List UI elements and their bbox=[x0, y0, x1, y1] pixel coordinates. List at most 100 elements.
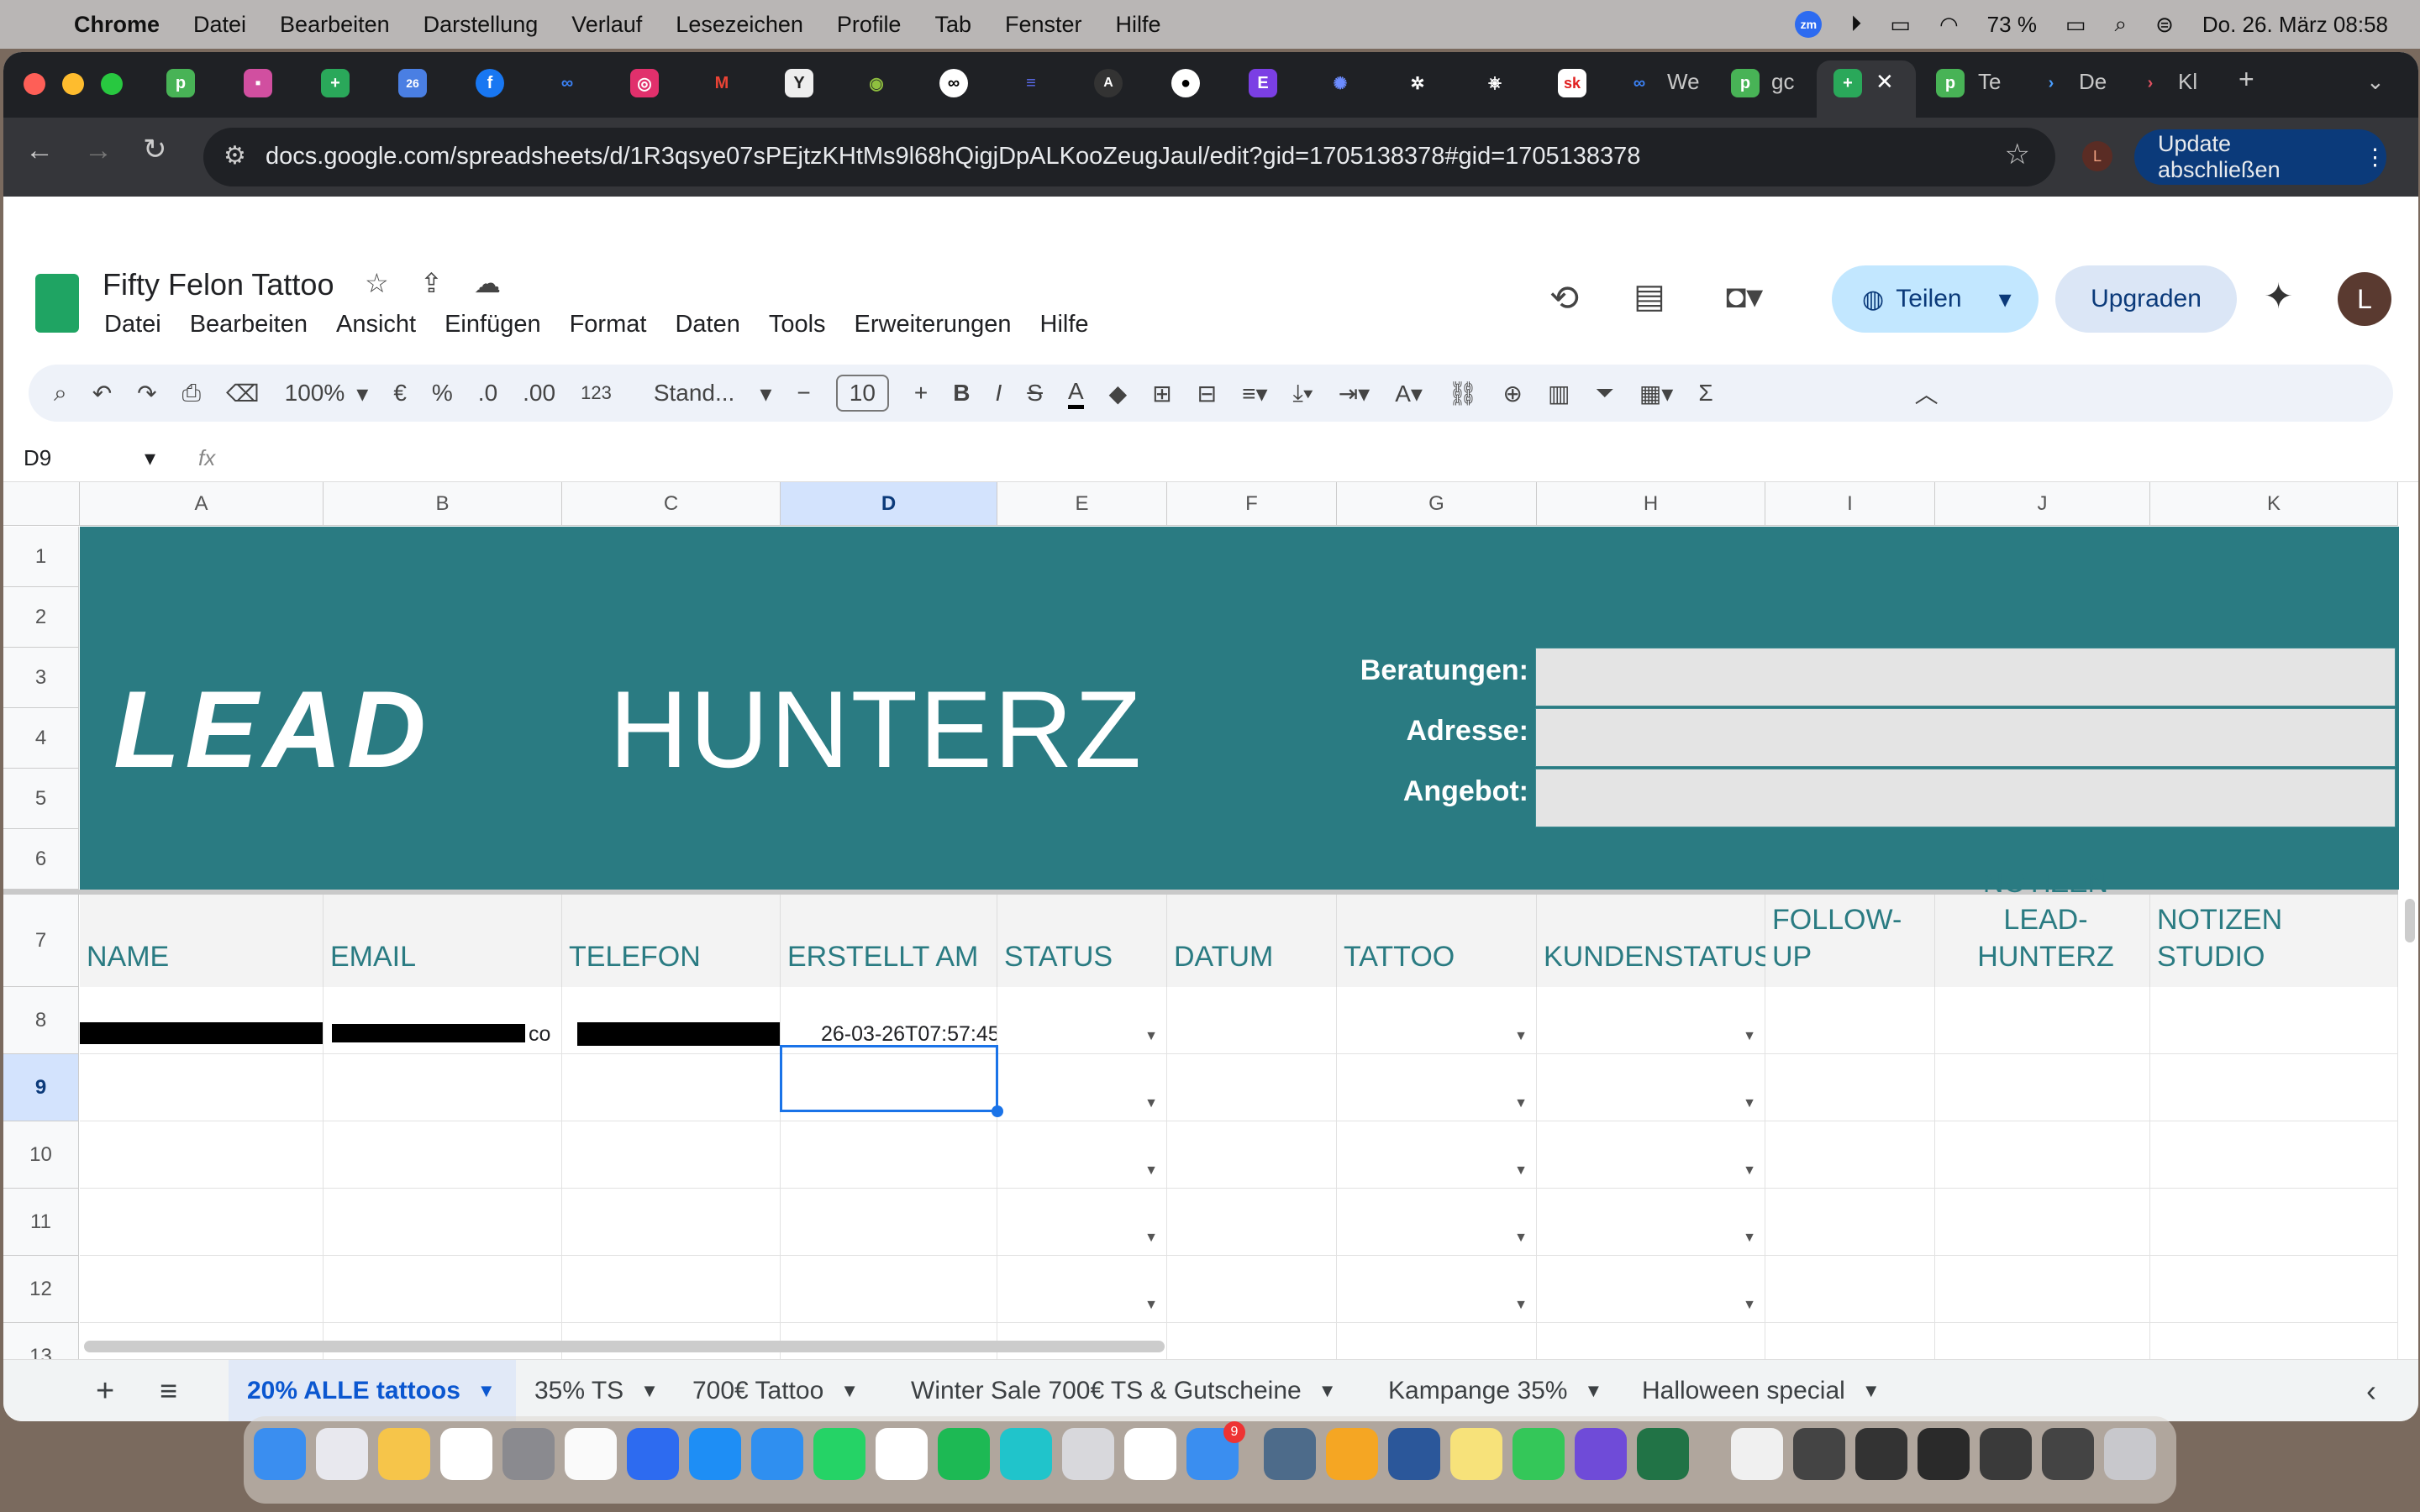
color-app-icon[interactable] bbox=[1575, 1428, 1627, 1480]
dropdown-chevron-icon[interactable]: ▼ bbox=[1144, 1029, 1158, 1044]
site-info-icon[interactable]: ⚙ bbox=[224, 141, 246, 171]
row-header-10[interactable]: 10 bbox=[3, 1121, 79, 1189]
cell-i9[interactable] bbox=[1765, 1054, 1935, 1121]
update-button[interactable]: Update abschließen ⋮ bbox=[2134, 129, 2386, 185]
name-box-chevron-icon[interactable]: ▾ bbox=[145, 445, 155, 471]
menu-search-icon[interactable]: ⌕ bbox=[54, 380, 67, 407]
tab-favicon-sk-icon[interactable]: sk bbox=[1558, 69, 1586, 97]
tab-favicon-e-icon[interactable]: E bbox=[1249, 69, 1277, 97]
header-name[interactable]: NAME bbox=[80, 895, 324, 987]
dropdown-chevron-icon[interactable]: ▼ bbox=[1514, 1231, 1528, 1246]
zoom-status-icon[interactable]: zm bbox=[1795, 11, 1823, 38]
tab-favicon-meta2-icon[interactable]: ∞ bbox=[1625, 69, 1654, 97]
cell-i12[interactable] bbox=[1765, 1256, 1935, 1323]
zoom-chevron-icon[interactable]: ▾ bbox=[356, 380, 368, 407]
tab-title-te[interactable]: Te bbox=[1978, 69, 2001, 95]
name-box[interactable]: D9 bbox=[24, 445, 51, 471]
angebot-field[interactable] bbox=[1535, 769, 2396, 827]
tab-favicon-spider-icon[interactable]: ✲ bbox=[1403, 69, 1432, 97]
cell-j12[interactable] bbox=[1935, 1256, 2150, 1323]
menubar-item-hilfe[interactable]: Hilfe bbox=[1116, 12, 1161, 38]
menubar-clock[interactable]: Do. 26. März 08:58 bbox=[2202, 12, 2388, 38]
launchpad-icon[interactable] bbox=[316, 1428, 368, 1480]
cell-e12[interactable]: ▼ bbox=[997, 1256, 1167, 1323]
menu-format[interactable]: Format bbox=[570, 311, 647, 339]
sheet-tab-35-ts[interactable]: 35% TS ▼ bbox=[534, 1360, 659, 1421]
bed-icon[interactable]: ▭ bbox=[1890, 12, 1911, 38]
cloud-status-icon[interactable]: ☁ bbox=[474, 267, 501, 299]
dropdown-chevron-icon[interactable]: ▼ bbox=[1144, 1298, 1158, 1313]
tab-favicon-kl-icon[interactable]: › bbox=[2136, 69, 2165, 97]
zoom-select[interactable]: 100% bbox=[285, 380, 345, 407]
insert-link-icon[interactable]: ⛓ bbox=[1448, 380, 1478, 407]
tab-favicon-openai-icon[interactable]: ⎈ bbox=[1481, 69, 1509, 97]
tab-close-icon[interactable]: ✕ bbox=[1876, 69, 1894, 95]
dropdown-chevron-icon[interactable]: ▼ bbox=[1514, 1029, 1528, 1044]
beratungen-field[interactable] bbox=[1535, 648, 2396, 706]
menu-daten[interactable]: Daten bbox=[675, 311, 739, 339]
tab-favicon-p-icon[interactable]: p bbox=[166, 69, 195, 97]
bookmark-star-icon[interactable]: ☆ bbox=[2005, 138, 2030, 171]
column-header-j[interactable]: J bbox=[1935, 482, 2150, 526]
recent-window-3-icon[interactable] bbox=[1918, 1428, 1970, 1480]
tab-favicon-sheets-icon[interactable]: + bbox=[321, 69, 350, 97]
row-header-12[interactable]: 12 bbox=[3, 1256, 79, 1323]
cell-e10[interactable]: ▼ bbox=[997, 1121, 1167, 1189]
cell-d12[interactable] bbox=[781, 1256, 997, 1323]
tab-favicon-sheets-active-icon[interactable]: + bbox=[1833, 69, 1862, 97]
excel-icon[interactable] bbox=[1637, 1428, 1689, 1480]
recent-window-2-icon[interactable] bbox=[1855, 1428, 1907, 1480]
account-avatar[interactable]: L bbox=[2338, 272, 2391, 326]
increase-decimal-button[interactable]: .00 bbox=[523, 380, 555, 407]
cell-i8[interactable] bbox=[1765, 987, 1935, 1054]
cell-a8[interactable] bbox=[80, 987, 324, 1054]
cell-c8[interactable] bbox=[562, 987, 781, 1054]
play-icon[interactable]: ⏵ bbox=[1850, 11, 1861, 38]
dropdown-chevron-icon[interactable]: ▼ bbox=[1743, 1298, 1756, 1313]
row-header-7[interactable]: 7 bbox=[3, 895, 79, 987]
currency-format-button[interactable]: € bbox=[393, 380, 407, 407]
word-icon[interactable] bbox=[1388, 1428, 1440, 1480]
tab-favicon-flower-icon[interactable]: ✺ bbox=[1326, 69, 1355, 97]
upgrade-button[interactable]: Upgraden bbox=[2055, 265, 2237, 333]
sheet-tabs-scroll-left-icon[interactable]: ‹ bbox=[2366, 1360, 2376, 1421]
collapse-toolbar-icon[interactable]: ︿ bbox=[1915, 376, 1939, 410]
cell-a11[interactable] bbox=[80, 1189, 324, 1256]
kebab-menu-icon[interactable]: ⋮ bbox=[2364, 144, 2386, 171]
sheet-tab-700-tattoo[interactable]: 700€ Tattoo ▼ bbox=[692, 1360, 859, 1421]
cell-e11[interactable]: ▼ bbox=[997, 1189, 1167, 1256]
header-erstellt-am[interactable]: ERSTELLT AM bbox=[781, 895, 997, 987]
spreadsheet-grid[interactable]: A B C D E F G H I J K 1 2 3 4 5 6 7 8 9 … bbox=[3, 482, 2399, 1391]
menu-datei[interactable]: Datei bbox=[104, 311, 161, 339]
header-kundenstatus[interactable]: KUNDENSTATUS bbox=[1537, 895, 1773, 987]
menubar-item-bearbeiten[interactable]: Bearbeiten bbox=[280, 12, 390, 38]
row-header-4[interactable]: 4 bbox=[3, 708, 79, 769]
column-header-k[interactable]: K bbox=[2150, 482, 2398, 526]
new-tab-button[interactable]: + bbox=[2238, 64, 2254, 95]
row-header-9[interactable]: 9 bbox=[3, 1054, 79, 1121]
sheet-tab-20-alle-tattoos[interactable]: 20% ALLE tattoos ▼ bbox=[229, 1360, 516, 1421]
column-header-d[interactable]: D bbox=[781, 482, 997, 526]
control-center-icon[interactable]: ⊜ bbox=[2155, 12, 2174, 38]
cell-j10[interactable] bbox=[1935, 1121, 2150, 1189]
safari-icon[interactable] bbox=[751, 1428, 803, 1480]
cell-k8[interactable] bbox=[2150, 987, 2398, 1054]
row-header-5[interactable]: 5 bbox=[3, 769, 79, 829]
insert-chart-icon[interactable]: ▥ bbox=[1548, 380, 1570, 407]
tab-favicon-loop-icon[interactable]: ∞ bbox=[939, 69, 968, 97]
star-icon[interactable]: ☆ bbox=[365, 267, 389, 299]
system-settings-icon[interactable] bbox=[502, 1428, 555, 1480]
column-header-h[interactable]: H bbox=[1537, 482, 1765, 526]
messages-icon[interactable] bbox=[1512, 1428, 1565, 1480]
merge-cells-icon[interactable]: ⊟ bbox=[1197, 380, 1217, 407]
tab-chevron-icon[interactable]: ▼ bbox=[477, 1380, 496, 1402]
cell-i11[interactable] bbox=[1765, 1189, 1935, 1256]
cell-h10[interactable]: ▼ bbox=[1537, 1121, 1765, 1189]
tab-active-sheets[interactable] bbox=[1817, 60, 1916, 118]
header-notizen-studio[interactable]: NOTIZEN STUDIO bbox=[2150, 895, 2398, 987]
tab-search-chevron-icon[interactable]: ⌄ bbox=[2366, 69, 2385, 95]
dropdown-chevron-icon[interactable]: ▼ bbox=[1743, 1163, 1756, 1179]
header-tattoo[interactable]: TATTOO bbox=[1337, 895, 1537, 987]
profile-avatar[interactable]: L bbox=[2082, 141, 2112, 171]
tab-favicon-circle-icon[interactable]: ● bbox=[1171, 69, 1200, 97]
